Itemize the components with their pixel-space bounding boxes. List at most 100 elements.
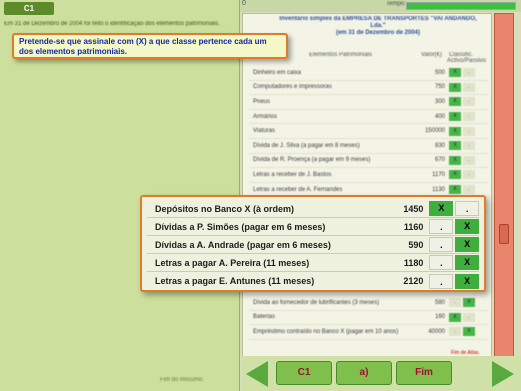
- passivo-checkbox[interactable]: X: [455, 255, 479, 270]
- popup-row: Dívidas a A. Andrade (pagar em 6 meses) 5…: [147, 236, 479, 254]
- activo-checkbox[interactable]: X: [449, 170, 461, 180]
- popup-row: Letras a pagar A. Pereira (11 meses) 1180…: [147, 254, 479, 272]
- title-line: Inventário simples da EMPRESA DE TRANSPO…: [279, 16, 477, 22]
- passivo-checkbox[interactable]: .: [463, 170, 475, 180]
- popup-row-label: Dívidas a A. Andrade (pagar em 6 meses): [155, 239, 331, 250]
- row-value: 670: [434, 157, 445, 164]
- passivo-checkbox[interactable]: X: [455, 219, 479, 234]
- next-arrow-icon[interactable]: [492, 361, 514, 387]
- passivo-checkbox[interactable]: X: [463, 298, 475, 308]
- activo-checkbox[interactable]: X: [449, 126, 461, 136]
- summary-footer: Fim do Resumo.: [160, 377, 205, 383]
- activo-checkbox[interactable]: X: [449, 141, 461, 151]
- passivo-checkbox[interactable]: .: [463, 97, 475, 107]
- activo-checkbox[interactable]: X: [449, 97, 461, 107]
- header-class: Classific. Activo/Passivo: [447, 52, 487, 64]
- header-value: Valor(€): [421, 52, 442, 58]
- tab-c1[interactable]: C1: [4, 2, 54, 15]
- row-value: 500: [434, 69, 445, 76]
- table-row: Baterias 160 X.: [249, 311, 489, 326]
- zoomed-items-popup: Depósitos no Banco X (à ordem) 1450 X. Dívi…: [140, 195, 486, 292]
- passivo-checkbox[interactable]: .: [463, 68, 475, 78]
- c1-button[interactable]: C1: [276, 361, 332, 385]
- popup-row: Letras a pagar E. Antunes (11 meses) 2120…: [147, 272, 479, 290]
- popup-row-value: 1180: [403, 257, 424, 268]
- row-label: Dívida de J. Silva (a pagar em 8 meses): [253, 142, 360, 149]
- row-value: 160: [434, 314, 445, 321]
- activo-checkbox[interactable]: .: [449, 298, 461, 308]
- activo-checkbox[interactable]: .: [429, 237, 454, 252]
- table-row: Computadores e impressoras 750 X.: [249, 81, 489, 96]
- popup-row-value: 1160: [403, 221, 424, 232]
- popup-row-label: Dívidas a P. Simões (pagar em 6 meses): [155, 221, 326, 232]
- scrollbar-thumb[interactable]: [499, 224, 509, 244]
- summary-intro-text: Em 31 de Dezembro de 2004 foi feito o id…: [4, 21, 220, 27]
- row-value: 400: [434, 113, 445, 120]
- row-label: Dívida ao fornecedor de lubrificantes (3…: [253, 299, 380, 306]
- activo-checkbox[interactable]: X: [449, 68, 461, 78]
- scrollbar[interactable]: [494, 13, 514, 363]
- tempo-label: Tempo:: [386, 1, 406, 7]
- activo-checkbox[interactable]: X: [429, 201, 454, 216]
- table-row: Dívida de J. Silva (a pagar em 8 meses) 8…: [249, 139, 489, 154]
- passivo-checkbox[interactable]: X: [463, 327, 475, 337]
- passivo-checkbox[interactable]: .: [463, 126, 475, 136]
- row-label: Empréstimo contraído no Banco X (pagar e…: [253, 328, 399, 335]
- passivo-checkbox[interactable]: .: [463, 185, 475, 195]
- instruction-callout: Pretende-se que assinale com (X) a que c…: [12, 33, 288, 59]
- activo-checkbox[interactable]: X: [449, 82, 461, 92]
- row-label: Computadores e impressoras: [253, 84, 332, 91]
- passivo-checkbox[interactable]: X: [455, 273, 479, 289]
- title-line: Lda.": [370, 23, 386, 29]
- activo-checkbox[interactable]: X: [449, 112, 461, 122]
- popup-row-label: Depósitos no Banco X (à ordem): [155, 203, 295, 214]
- row-label: Viaturas: [253, 128, 275, 135]
- top-bar: 0 Tempo:: [240, 0, 521, 12]
- table-row: Dívida de R. Proença (a pagar em 9 meses…: [249, 154, 489, 169]
- popup-row-value: 1450: [403, 203, 424, 214]
- inventory-document: Inventário simples da EMPRESA DE TRANSPO…: [242, 13, 492, 363]
- passivo-checkbox[interactable]: .: [455, 201, 479, 216]
- row-label: Armários: [253, 113, 278, 120]
- row-label: Letras a receber de A. Fernandes: [253, 186, 343, 193]
- row-label: Letras a receber de J. Bastos: [253, 171, 332, 178]
- activo-checkbox[interactable]: .: [429, 219, 454, 234]
- bottom-navigation: C1 a) Fim: [242, 356, 521, 391]
- table-row: Letras a receber de J. Bastos 1170 X.: [249, 168, 489, 183]
- passivo-checkbox[interactable]: .: [463, 112, 475, 122]
- activo-checkbox[interactable]: .: [449, 327, 461, 337]
- inventory-rows: Dinheiro em caixa 500 X. Computadores e imp…: [249, 66, 489, 212]
- table-row: Dívida ao fornecedor de lubrificantes (3…: [249, 296, 489, 311]
- passivo-checkbox[interactable]: .: [463, 82, 475, 92]
- popup-row-label: Letras a pagar A. Pereira (11 meses): [155, 257, 310, 268]
- row-label: Dinheiro em caixa: [253, 69, 302, 76]
- activo-checkbox[interactable]: X: [449, 185, 461, 195]
- popup-row: Depósitos no Banco X (à ordem) 1450 X.: [147, 200, 479, 218]
- activo-checkbox[interactable]: X: [449, 312, 461, 322]
- title-line: (em 31 de Dezembro de 2004): [335, 30, 421, 36]
- row-value: 40000: [428, 328, 445, 335]
- passivo-checkbox[interactable]: .: [463, 141, 475, 151]
- table-row: Pneus 300 X.: [249, 95, 489, 110]
- row-value: 300: [434, 98, 445, 105]
- row-value: 150000: [424, 128, 445, 135]
- passivo-checkbox[interactable]: .: [463, 312, 475, 322]
- timer-bar: [406, 2, 516, 10]
- finish-button[interactable]: Fim: [396, 361, 452, 385]
- activo-checkbox[interactable]: .: [429, 255, 454, 270]
- inventory-rows-bottom: Dívida ao fornecedor de lubrificantes (3…: [249, 296, 489, 340]
- passivo-checkbox[interactable]: .: [463, 155, 475, 165]
- row-label: Baterias: [253, 314, 276, 321]
- row-label: Pneus: [253, 98, 271, 105]
- row-value: 580: [434, 299, 445, 306]
- row-value: 750: [434, 84, 445, 91]
- previous-arrow-icon[interactable]: [246, 361, 268, 387]
- row-label: Dívida de R. Proença (a pagar em 9 meses…: [253, 157, 371, 164]
- table-row: Empréstimo contraído no Banco X (pagar e…: [249, 325, 489, 340]
- row-value: 1170: [432, 171, 445, 178]
- passivo-checkbox[interactable]: X: [455, 237, 479, 252]
- table-row: Armários 400 X.: [249, 110, 489, 125]
- activo-checkbox[interactable]: .: [429, 273, 454, 289]
- activo-checkbox[interactable]: X: [449, 155, 461, 165]
- answer-button[interactable]: a): [336, 361, 392, 385]
